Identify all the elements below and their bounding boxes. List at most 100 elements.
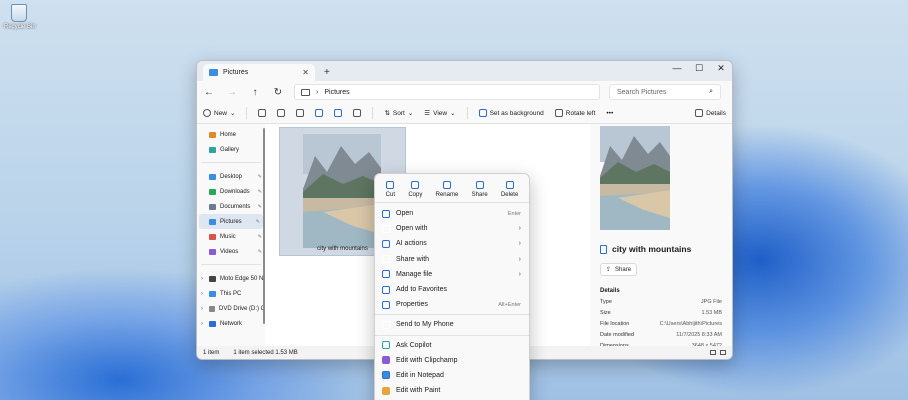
- sidebar-item-label: Home: [220, 131, 237, 138]
- menu-item-ai-actions[interactable]: AI actions ›: [375, 236, 529, 251]
- item-count: 1 item: [203, 349, 220, 356]
- menu-item-add-to-favorites[interactable]: Add to Favorites: [375, 282, 529, 297]
- sidebar-item-home[interactable]: Home: [197, 127, 265, 142]
- maximize-button[interactable]: ☐: [688, 61, 710, 75]
- menu-item-label: Open: [396, 210, 414, 218]
- forward-arrow-icon[interactable]: →: [225, 87, 239, 98]
- menu-item-edit-clipchamp[interactable]: Edit with Clipchamp: [375, 353, 529, 368]
- back-arrow-icon[interactable]: ←: [202, 87, 216, 98]
- context-share-button[interactable]: Share: [472, 181, 488, 198]
- context-cut-button[interactable]: Cut: [386, 181, 395, 198]
- delete-button[interactable]: [353, 109, 362, 117]
- sort-button[interactable]: ⇅ Sort ⌄: [384, 109, 414, 118]
- chevron-right-icon: ›: [518, 270, 521, 278]
- menu-item-send-to-phone[interactable]: Send to My Phone: [375, 317, 529, 332]
- cut-button[interactable]: [258, 109, 267, 117]
- rotate-left-button[interactable]: Rotate left: [554, 109, 595, 117]
- star-icon: [382, 285, 390, 294]
- menu-item-share-with[interactable]: Share with ›: [375, 252, 529, 267]
- notepad-icon: [382, 371, 390, 380]
- menu-item-properties[interactable]: Properties Alt+Enter: [375, 297, 529, 312]
- chevron-down-icon: ⌄: [407, 110, 414, 117]
- share-button[interactable]: [334, 109, 343, 117]
- sidebar-item-pictures[interactable]: Pictures ✎: [199, 214, 263, 229]
- desktop-recycle-bin[interactable]: Recycle Bin: [4, 4, 36, 30]
- paint-icon: [382, 386, 390, 395]
- search-input[interactable]: Search Pictures ⌕: [609, 84, 721, 100]
- sidebar-item-dvd-drive[interactable]: › DVD Drive (D:) C: [197, 301, 265, 316]
- context-copy-button[interactable]: Copy: [408, 181, 422, 198]
- pin-icon: ✎: [257, 173, 262, 180]
- set-background-label: Set as background: [489, 109, 544, 117]
- view-button[interactable]: ☰ View ⌄: [424, 109, 455, 118]
- up-arrow-icon[interactable]: ↑: [248, 87, 262, 98]
- chevron-right-icon: ›: [201, 275, 203, 282]
- chevron-right-icon: ›: [201, 305, 203, 312]
- preview-share-button[interactable]: ⇪ Share: [600, 263, 638, 276]
- sidebar-item-label: DVD Drive (D:) C: [219, 305, 265, 312]
- sidebar-item-label: Network: [220, 320, 243, 327]
- breadcrumb[interactable]: › Pictures: [294, 84, 600, 100]
- context-delete-button[interactable]: Delete: [501, 181, 518, 198]
- copy-icon: [277, 109, 286, 117]
- quick-action-label: Rename: [435, 192, 459, 198]
- trash-icon: [353, 109, 362, 117]
- command-bar: New ⌄ ⇅ Sort ⌄ ☰ View ⌄ Set as backgroun…: [197, 103, 732, 124]
- tab-pictures[interactable]: Pictures ✕: [203, 64, 315, 81]
- new-button[interactable]: New ⌄: [203, 109, 235, 117]
- menu-item-label: Edit in Notepad: [396, 371, 444, 379]
- menu-item-open[interactable]: Open Enter: [375, 206, 529, 221]
- sidebar-item-gallery[interactable]: Gallery: [197, 142, 265, 157]
- sidebar-item-phone[interactable]: › Moto Edge 50 N: [197, 271, 265, 286]
- close-button[interactable]: ✕: [710, 61, 732, 75]
- sort-icon: ⇅: [384, 110, 390, 117]
- share-icon: [334, 109, 343, 117]
- open-icon: [382, 209, 390, 218]
- sidebar-item-label: This PC: [220, 290, 242, 297]
- dvd-icon: [209, 305, 215, 312]
- pc-icon: [209, 290, 216, 297]
- search-placeholder: Search Pictures: [617, 88, 667, 96]
- share-icon: ⇪: [606, 267, 612, 273]
- new-tab-button[interactable]: +: [324, 67, 330, 78]
- menu-item-edit-paint[interactable]: Edit with Paint: [375, 383, 529, 398]
- details-view-icon[interactable]: [710, 350, 716, 355]
- recycle-bin-label: Recycle Bin: [4, 24, 36, 30]
- tiles-view-icon[interactable]: [720, 350, 726, 355]
- pin-icon: ✎: [257, 248, 262, 255]
- more-button[interactable]: •••: [606, 110, 613, 117]
- menu-item-ask-copilot[interactable]: Ask Copilot: [375, 338, 529, 353]
- tab-close-icon[interactable]: ✕: [302, 68, 309, 77]
- details-value: JPG File: [700, 299, 722, 305]
- sidebar-item-videos[interactable]: Videos ✎: [197, 244, 265, 259]
- videos-icon: [209, 248, 216, 255]
- image-thumbnail: [303, 134, 381, 248]
- folder-icon: [209, 69, 218, 76]
- copy-button[interactable]: [277, 109, 286, 117]
- details-row: Type JPG File: [600, 299, 722, 305]
- rename-button[interactable]: [315, 109, 324, 117]
- sidebar-item-documents[interactable]: Documents ✎: [197, 199, 265, 214]
- set-background-button[interactable]: Set as background: [478, 109, 544, 117]
- minimize-button[interactable]: —: [666, 61, 688, 75]
- menu-item-open-with[interactable]: Open with ›: [375, 221, 529, 236]
- quick-action-label: Share: [471, 192, 488, 198]
- pin-icon: ✎: [257, 203, 262, 210]
- details-button[interactable]: Details: [695, 109, 726, 117]
- paste-button[interactable]: [296, 109, 305, 117]
- sidebar-item-network[interactable]: › Network: [197, 316, 265, 331]
- monitor-icon: [301, 88, 310, 96]
- menu-item-label: Send to My Phone: [396, 321, 454, 329]
- breadcrumb-pictures[interactable]: Pictures: [324, 89, 349, 96]
- sidebar-item-music[interactable]: Music ✎: [197, 229, 265, 244]
- menu-item-edit-notepad[interactable]: Edit in Notepad: [375, 368, 529, 383]
- menu-item-manage-file[interactable]: Manage file ›: [375, 267, 529, 282]
- blank-icon: [382, 320, 390, 329]
- address-bar: ← → ↑ ↻ › Pictures Search Pictures ⌕: [197, 81, 732, 103]
- refresh-icon[interactable]: ↻: [271, 87, 285, 98]
- sidebar-item-desktop[interactable]: Desktop ✎: [197, 169, 265, 184]
- sidebar-item-this-pc[interactable]: › This PC: [197, 286, 265, 301]
- context-rename-button[interactable]: Rename: [435, 181, 459, 198]
- quick-action-label: Cut: [385, 192, 395, 198]
- sidebar-item-downloads[interactable]: Downloads ✎: [197, 184, 265, 199]
